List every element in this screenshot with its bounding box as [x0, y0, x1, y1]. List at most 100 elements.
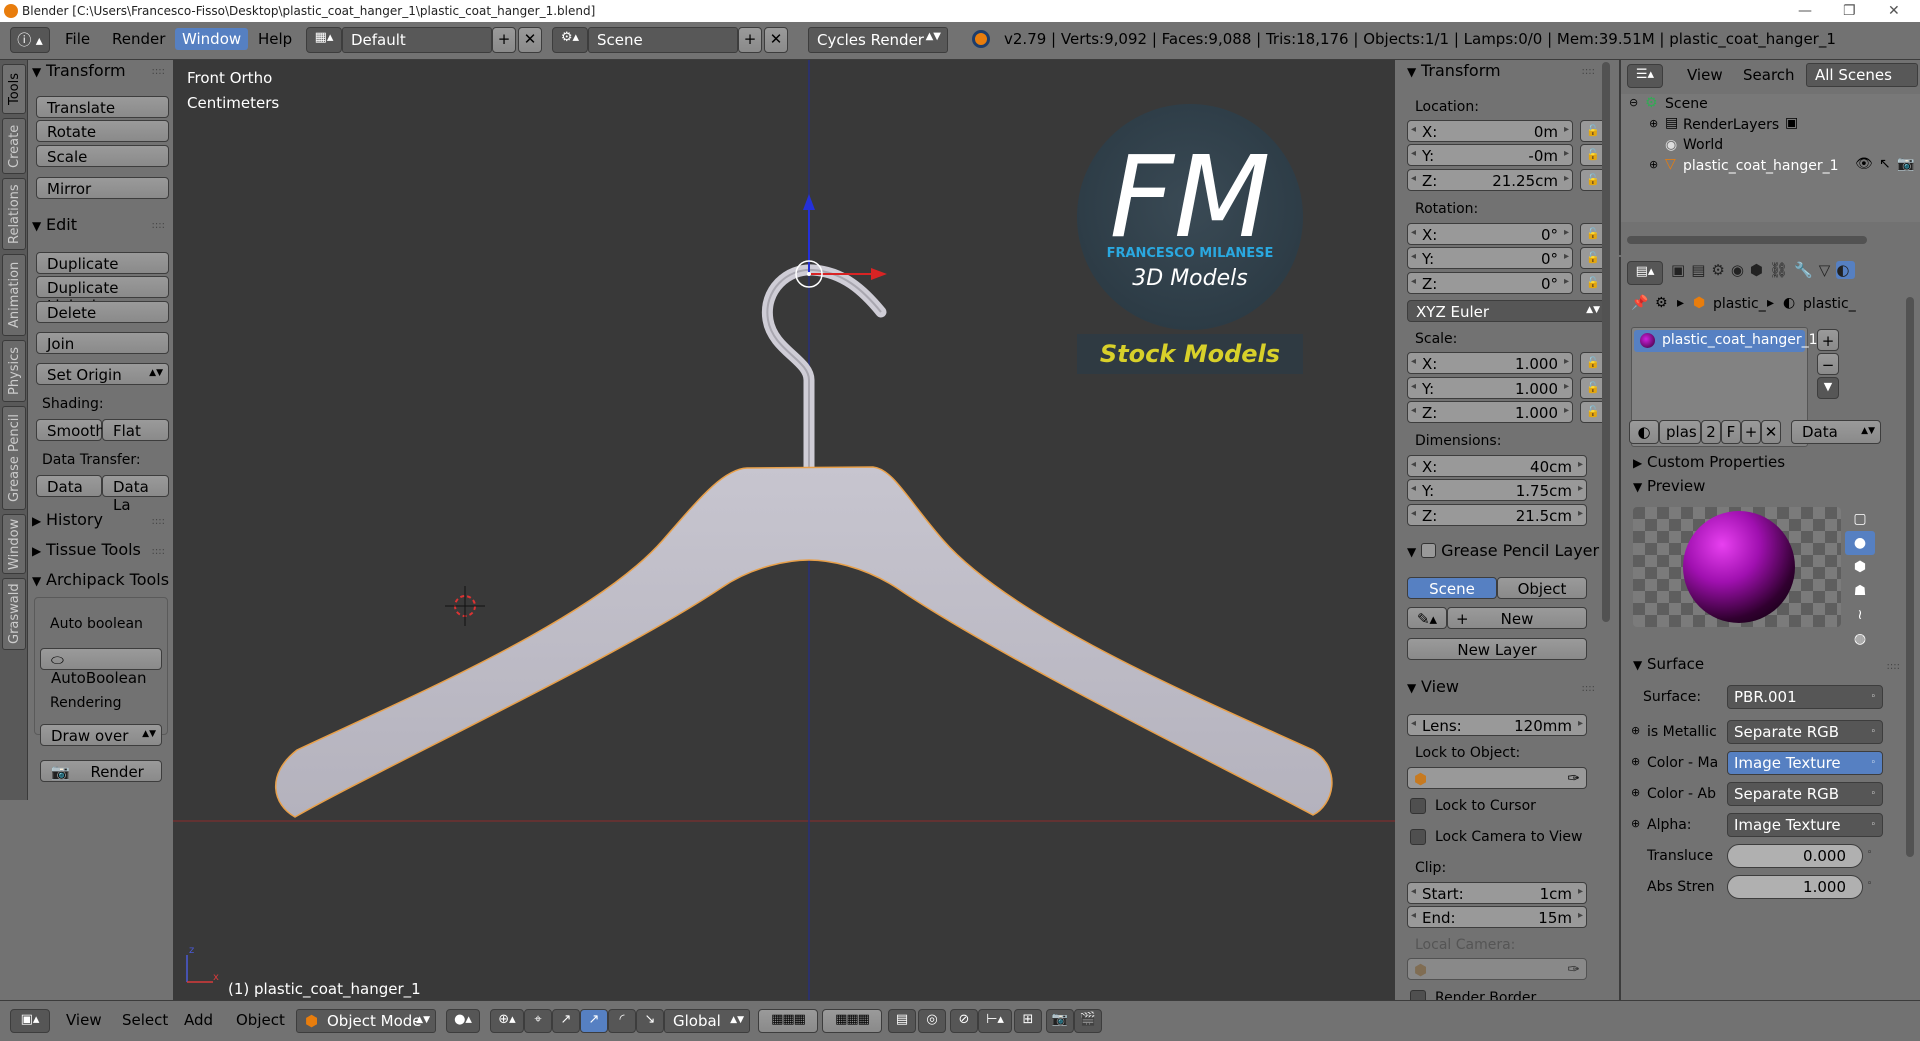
- constraints-tab-icon[interactable]: ⛓: [1769, 261, 1794, 279]
- translucency-slider[interactable]: 0.000: [1727, 844, 1863, 868]
- slot-specials-icon[interactable]: ▼: [1817, 377, 1839, 399]
- expand-socket-icon[interactable]: ⊕: [1631, 755, 1640, 768]
- properties-context-tabs[interactable]: ▣▤⚙◉⬢⛓🔧▽◐: [1671, 261, 1920, 285]
- duplicate-button[interactable]: Duplicate: [36, 252, 169, 274]
- outliner-view-menu[interactable]: View: [1687, 66, 1723, 84]
- outliner-editor-icon[interactable]: ☰▴: [1627, 64, 1663, 88]
- material-slot[interactable]: plastic_coat_hanger_1: [1634, 330, 1818, 352]
- scene-layers-icon[interactable]: ▦▦▦: [758, 1009, 818, 1033]
- remove-scene-icon[interactable]: ✕: [764, 27, 788, 53]
- opengl-animation-icon[interactable]: 🎬: [1074, 1009, 1102, 1033]
- renderlayer-toggle-icon[interactable]: ▣: [1785, 115, 1798, 131]
- autoboolean-button[interactable]: ⬭ AutoBoolean: [40, 648, 162, 687]
- fake-user-toggle[interactable]: F: [1721, 420, 1741, 444]
- scene-field[interactable]: Scene: [588, 27, 738, 53]
- breadcrumb-object[interactable]: plastic_: [1713, 296, 1766, 312]
- eyedropper-icon[interactable]: ✑: [1567, 960, 1580, 978]
- opengl-render-icon[interactable]: 📷: [1046, 1009, 1074, 1033]
- properties-scrollbar[interactable]: [1906, 297, 1914, 857]
- snap-target-icon[interactable]: ⊞: [1014, 1009, 1042, 1033]
- scene-icon[interactable]: ⚙▴: [552, 27, 588, 53]
- pencil-icon[interactable]: ✎▴: [1407, 607, 1447, 629]
- tab-window[interactable]: Window: [2, 514, 26, 574]
- world-tab-icon[interactable]: ◉: [1731, 261, 1750, 279]
- history-panel-header[interactable]: ▶ History: [32, 510, 103, 529]
- menu-select[interactable]: Select: [122, 1011, 168, 1029]
- scale-button[interactable]: Scale: [36, 145, 169, 167]
- viewport-shading-icon[interactable]: ●▴: [446, 1009, 480, 1033]
- gp-new-button[interactable]: + New: [1447, 607, 1587, 629]
- menu-object[interactable]: Object: [236, 1011, 285, 1029]
- 3d-view-editor-icon[interactable]: ▣▴: [10, 1009, 50, 1033]
- menu-add[interactable]: Add: [184, 1011, 213, 1029]
- display-mode-dropdown[interactable]: All Scenes: [1806, 63, 1918, 87]
- smooth-button[interactable]: Smooth: [36, 419, 105, 441]
- remove-layout-icon[interactable]: ✕: [518, 27, 542, 53]
- menu-window[interactable]: Window: [175, 28, 249, 50]
- local-camera-field[interactable]: ⬢ ✑: [1407, 958, 1587, 980]
- render-tab-icon[interactable]: ▣: [1671, 261, 1691, 279]
- editor-type-info-icon[interactable]: ⓘ ▴: [10, 27, 50, 53]
- tab-relations[interactable]: Relations: [2, 178, 26, 250]
- translate-manipulator-icon[interactable]: ↗: [552, 1009, 580, 1033]
- expand-socket-icon[interactable]: ⊕: [1631, 817, 1640, 830]
- tab-animation[interactable]: Animation: [2, 254, 26, 336]
- outliner-renderlayers[interactable]: RenderLayers: [1683, 117, 1779, 133]
- expand-socket-icon[interactable]: ⊕: [1631, 786, 1640, 799]
- socket-icon[interactable]: ◦: [1867, 848, 1872, 858]
- scene-layers-2-icon[interactable]: ▦▦▦: [822, 1009, 882, 1033]
- rotate-manipulator-icon[interactable]: ◜: [608, 1009, 636, 1033]
- outliner-scene[interactable]: Scene: [1665, 96, 1708, 112]
- add-layout-icon[interactable]: +: [492, 27, 516, 53]
- render-button[interactable]: 📷 Render: [40, 760, 162, 782]
- snap-element-icon[interactable]: ⊢▴: [978, 1009, 1012, 1033]
- surface-header[interactable]: ▼ Surface: [1633, 655, 1704, 673]
- expand-socket-icon[interactable]: ⊕: [1631, 724, 1640, 737]
- archipack-panel-header[interactable]: ▼ Archipack Tools: [32, 570, 169, 589]
- minimize-icon[interactable]: —: [1798, 0, 1812, 22]
- material-tab-icon[interactable]: ◐: [1836, 261, 1856, 279]
- remove-slot-icon[interactable]: −: [1817, 353, 1839, 375]
- tab-graswald[interactable]: Graswald: [2, 578, 26, 650]
- object-tab-icon[interactable]: ⬢: [1750, 261, 1769, 279]
- material-users-count[interactable]: 2: [1701, 420, 1721, 444]
- location-y-field[interactable]: ◂ Y: -0m ▸: [1407, 144, 1573, 166]
- npanel-scrollbar[interactable]: [1602, 62, 1610, 622]
- delete-button[interactable]: Delete: [36, 301, 169, 323]
- lock-camera-checkbox[interactable]: [1410, 829, 1426, 845]
- 3d-cursor-icon[interactable]: [445, 586, 485, 626]
- rotation-x-field[interactable]: ◂ X: 0° ▸: [1407, 223, 1573, 245]
- rotate-button[interactable]: Rotate: [36, 120, 169, 142]
- clip-start-field[interactable]: ◂ Start: 1cm ▸: [1407, 882, 1587, 904]
- custom-properties-header[interactable]: ▶ Custom Properties: [1633, 453, 1785, 471]
- rotation-z-field[interactable]: ◂ Z: 0° ▸: [1407, 272, 1573, 294]
- menu-view[interactable]: View: [66, 1011, 102, 1029]
- drag-handle-icon[interactable]: ::::: [152, 546, 165, 557]
- drag-handle-icon[interactable]: ::::: [1887, 661, 1900, 672]
- set-origin-dropdown[interactable]: Set Origin ▲▼: [36, 363, 169, 385]
- tab-tools[interactable]: Tools: [2, 64, 26, 114]
- preview-monkey-icon[interactable]: ☗: [1845, 579, 1875, 603]
- expand-icon[interactable]: ⊕: [1649, 158, 1658, 171]
- eye-icon[interactable]: 👁: [1855, 156, 1873, 172]
- interaction-mode-dropdown[interactable]: ⬢ Object Mode ▲▼: [296, 1009, 436, 1033]
- pivot-point-icon[interactable]: ⊕▴: [490, 1009, 524, 1033]
- 3d-viewport[interactable]: FM FRANCESCO MILANESE 3D Models Stock Mo…: [173, 60, 1395, 1000]
- outliner-object[interactable]: plastic_coat_hanger_1: [1683, 158, 1839, 174]
- collapse-icon[interactable]: ⊖: [1629, 96, 1638, 109]
- eyedropper-icon[interactable]: ✑: [1567, 769, 1580, 787]
- transform-panel-header[interactable]: ▼ Transform: [32, 61, 126, 80]
- cursor-select-icon[interactable]: ↖: [1879, 156, 1891, 172]
- grease-pencil-layer-header[interactable]: ▼ Grease Pencil Layer: [1407, 541, 1599, 560]
- menu-render[interactable]: Render: [112, 30, 165, 48]
- outliner-h-scrollbar[interactable]: [1627, 236, 1867, 244]
- browse-material-icon[interactable]: ◐: [1629, 420, 1659, 444]
- duplicate-linked-button[interactable]: Duplicate Linked: [36, 276, 169, 315]
- unlink-material-icon[interactable]: ✕: [1761, 420, 1781, 444]
- transform-manipulator[interactable]: [795, 194, 887, 288]
- preview-sphere-shadow-icon[interactable]: ◍: [1845, 627, 1875, 651]
- drag-handle-icon[interactable]: ::::: [152, 66, 165, 77]
- material-link-dropdown[interactable]: Data ▲▼: [1791, 420, 1881, 444]
- data-transfer-button[interactable]: Data: [36, 475, 102, 497]
- translate-button[interactable]: Translate: [36, 96, 169, 118]
